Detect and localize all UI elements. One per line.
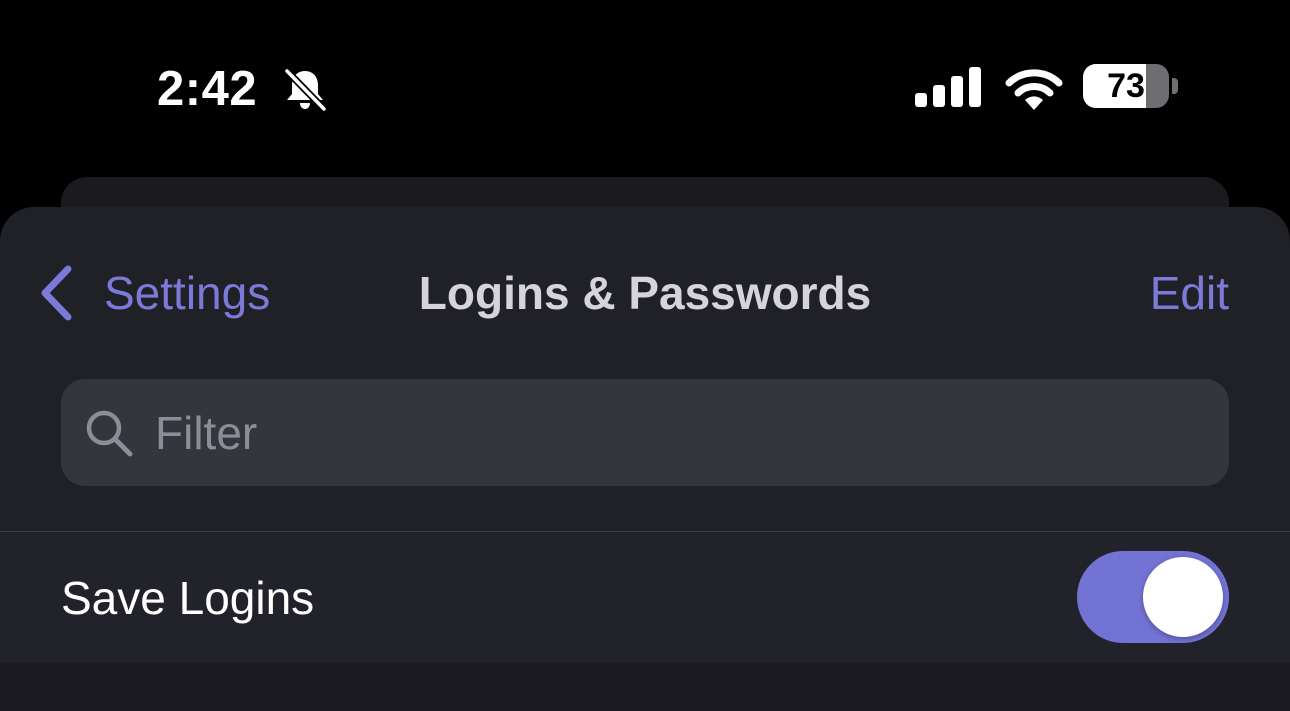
logins-sheet: Logins & Passwords Settings Edit Save Lo…: [0, 207, 1290, 711]
battery-icon: 73: [1083, 64, 1179, 110]
battery-body: 73: [1083, 64, 1169, 108]
search-icon: [86, 410, 133, 456]
screen: 2:42 73 Logins & Passwords Settings Edit…: [0, 0, 1290, 711]
filter-input[interactable]: [155, 392, 1229, 473]
save-logins-label: Save Logins: [61, 572, 315, 624]
battery-percent: 73: [1107, 67, 1145, 105]
toggle-knob: [1143, 557, 1223, 637]
back-button[interactable]: Settings: [38, 265, 270, 321]
page-title-text: Logins & Passwords: [418, 267, 872, 319]
bell-slash-icon: [283, 67, 328, 113]
cellular-signal-icon: [915, 67, 981, 107]
chevron-left-icon: [41, 265, 72, 321]
save-logins-toggle[interactable]: [1077, 551, 1229, 643]
save-logins-row: Save Logins: [0, 532, 1290, 663]
list-background: [0, 663, 1290, 711]
battery-tip: [1172, 78, 1178, 94]
filter-field[interactable]: [61, 379, 1229, 486]
back-button-label: Settings: [104, 267, 271, 319]
wifi-icon: [1005, 69, 1063, 110]
edit-button[interactable]: Edit: [1150, 265, 1229, 321]
status-time: 2:42: [157, 62, 258, 116]
